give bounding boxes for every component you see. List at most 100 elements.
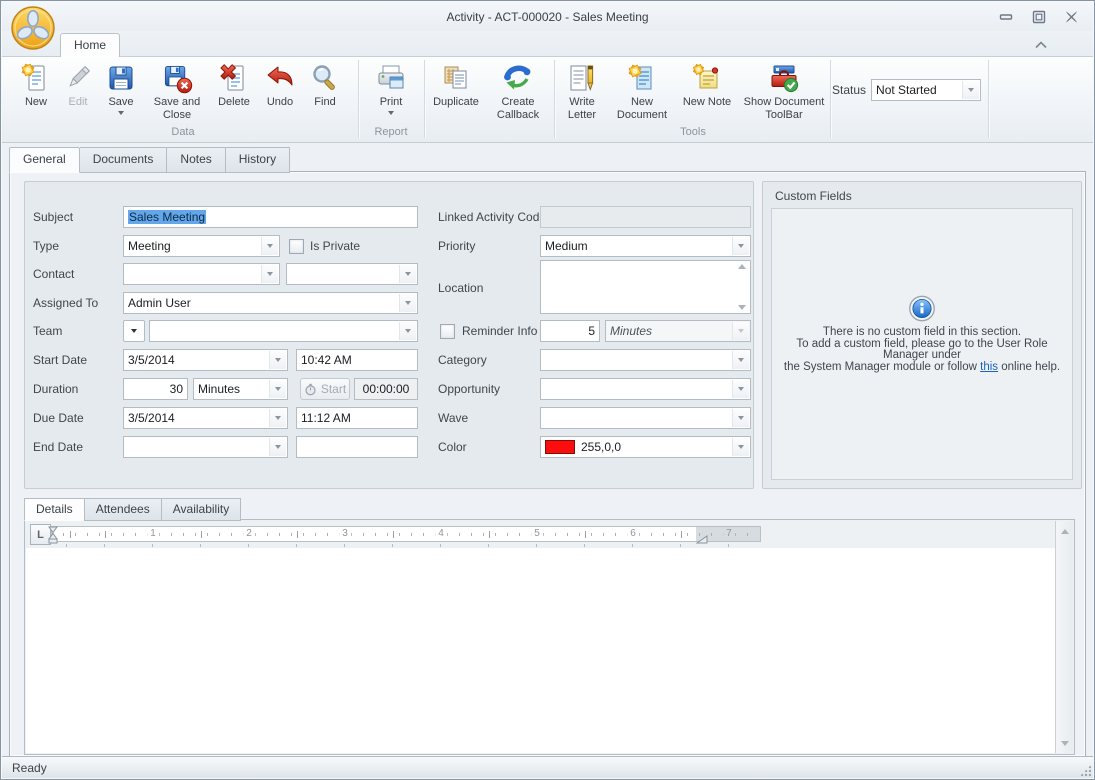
location-scrollbar[interactable] (735, 264, 748, 310)
tab-attendees[interactable]: Attendees (84, 498, 161, 521)
contact-select[interactable] (123, 263, 280, 285)
linked-activity-code-label: Linked Activity Code (438, 210, 546, 224)
save-dropdown-caret[interactable] (118, 111, 124, 115)
scroll-down-button[interactable] (1057, 735, 1072, 751)
details-tabstrip: Details Attendees Availability (24, 498, 241, 521)
duration-unit-select[interactable]: Minutes (193, 378, 288, 400)
show-document-toolbar-button[interactable]: Show Document ToolBar (738, 59, 830, 124)
close-button[interactable] (1064, 10, 1079, 23)
custom-fields-message-line1: There is no custom field in this section… (772, 327, 1072, 339)
details-vertical-scrollbar[interactable] (1055, 521, 1073, 753)
chevron-down-icon[interactable] (261, 237, 278, 255)
save-and-close-button[interactable]: Save and Close (144, 59, 210, 124)
tab-history[interactable]: History (225, 147, 290, 173)
collapse-ribbon-button[interactable] (1034, 39, 1048, 49)
contact-secondary-select[interactable] (286, 263, 418, 285)
priority-value: Medium (545, 239, 588, 253)
chevron-down-icon[interactable] (962, 81, 979, 99)
due-date-value: 3/5/2014 (128, 411, 175, 425)
tab-details[interactable]: Details (24, 498, 84, 521)
details-text-area[interactable] (26, 548, 1055, 753)
ribbon-group-actions: Duplicate Create Callback (426, 59, 552, 139)
start-date-picker[interactable]: 3/5/2014 (123, 349, 288, 371)
page-tabstrip: General Documents Notes History (9, 147, 290, 172)
chevron-down-icon[interactable] (269, 409, 286, 427)
maximize-button[interactable] (1031, 10, 1046, 23)
tab-general[interactable]: General (9, 147, 80, 173)
ribbon-tab-home[interactable]: Home (60, 33, 120, 57)
chevron-down-icon[interactable] (732, 237, 749, 255)
reminder-checkbox[interactable] (440, 324, 455, 339)
chevron-down-icon[interactable] (732, 438, 749, 456)
tab-documents[interactable]: Documents (80, 147, 167, 173)
type-select[interactable]: Meeting (123, 235, 280, 257)
due-time-value: 11:12 AM (301, 411, 351, 425)
chevron-down-icon[interactable] (261, 265, 278, 283)
reminder-label: Reminder Info (462, 324, 537, 338)
end-time-input[interactable] (296, 436, 418, 458)
chevron-down-icon[interactable] (399, 294, 416, 312)
tab-availability[interactable]: Availability (161, 498, 241, 521)
new-document-icon (626, 62, 658, 94)
wave-select[interactable] (540, 407, 751, 429)
tab-notes[interactable]: Notes (166, 147, 224, 173)
opportunity-select[interactable] (540, 378, 751, 400)
start-date-value: 3/5/2014 (128, 353, 175, 367)
edit-button: Edit (58, 59, 98, 124)
reminder-value-input[interactable]: 5 (540, 320, 600, 342)
start-time-input[interactable]: 10:42 AM (296, 349, 418, 371)
is-private-label: Is Private (310, 239, 360, 253)
online-help-link[interactable]: this (980, 361, 998, 373)
ruler[interactable]: 1 2 3 4 5 6 7 (51, 526, 761, 542)
find-button[interactable]: Find (302, 59, 348, 124)
due-date-picker[interactable]: 3/5/2014 (123, 407, 288, 429)
minimize-button[interactable] (998, 10, 1013, 23)
delete-button[interactable]: Delete (210, 59, 258, 124)
chevron-down-icon[interactable] (732, 351, 749, 369)
chevron-down-icon[interactable] (732, 380, 749, 398)
app-logo-icon[interactable] (10, 5, 56, 51)
resize-grip[interactable] (1080, 765, 1091, 776)
save-floppy-icon (105, 62, 137, 94)
scroll-up-button[interactable] (1057, 523, 1072, 539)
status-select[interactable]: Not Started (871, 79, 981, 101)
chevron-down-icon[interactable] (399, 322, 416, 340)
undo-button[interactable]: Undo (258, 59, 302, 124)
duration-input[interactable]: 30 (123, 378, 188, 400)
due-time-input[interactable]: 11:12 AM (296, 407, 418, 429)
create-callback-button[interactable]: Create Callback (486, 59, 550, 124)
category-select[interactable] (540, 349, 751, 371)
ribbon-separator (830, 60, 831, 138)
team-dropdown-button[interactable] (123, 320, 145, 342)
subject-input[interactable]: Sales Meeting (123, 206, 418, 228)
new-document-button[interactable]: New Document (608, 59, 676, 124)
location-textarea[interactable] (540, 260, 751, 314)
contact-label: Contact (33, 267, 74, 281)
chevron-down-icon[interactable] (269, 380, 286, 398)
ribbon-group-report: Print Report (360, 59, 422, 139)
custom-fields-line3-pre: the System Manager module or follow (784, 361, 980, 373)
chevron-down-icon[interactable] (732, 409, 749, 427)
new-button[interactable]: New (14, 59, 58, 124)
chevron-down-icon[interactable] (269, 438, 286, 456)
save-button[interactable]: Save (98, 59, 144, 124)
chevron-down-icon[interactable] (399, 265, 416, 283)
new-note-button[interactable]: New Note (676, 59, 738, 124)
print-dropdown-caret[interactable] (388, 111, 394, 115)
color-select[interactable]: 255,0,0 (540, 436, 751, 458)
write-letter-button[interactable]: Write Letter (556, 59, 608, 124)
is-private-checkbox[interactable] (289, 239, 304, 254)
group-label-data: Data (14, 126, 352, 138)
save-and-close-icon (161, 62, 193, 94)
toolbox-icon (768, 62, 800, 94)
undo-arrow-icon (264, 62, 296, 94)
print-button[interactable]: Print (363, 59, 419, 124)
duration-unit-value: Minutes (198, 382, 240, 396)
duplicate-button[interactable]: Duplicate (426, 59, 486, 124)
priority-select[interactable]: Medium (540, 235, 751, 257)
custom-fields-message-line3: the System Manager module or follow this… (772, 362, 1072, 374)
assigned-to-select[interactable]: Admin User (123, 292, 418, 314)
team-select[interactable] (149, 320, 418, 342)
end-date-picker[interactable] (123, 436, 288, 458)
chevron-down-icon[interactable] (269, 351, 286, 369)
